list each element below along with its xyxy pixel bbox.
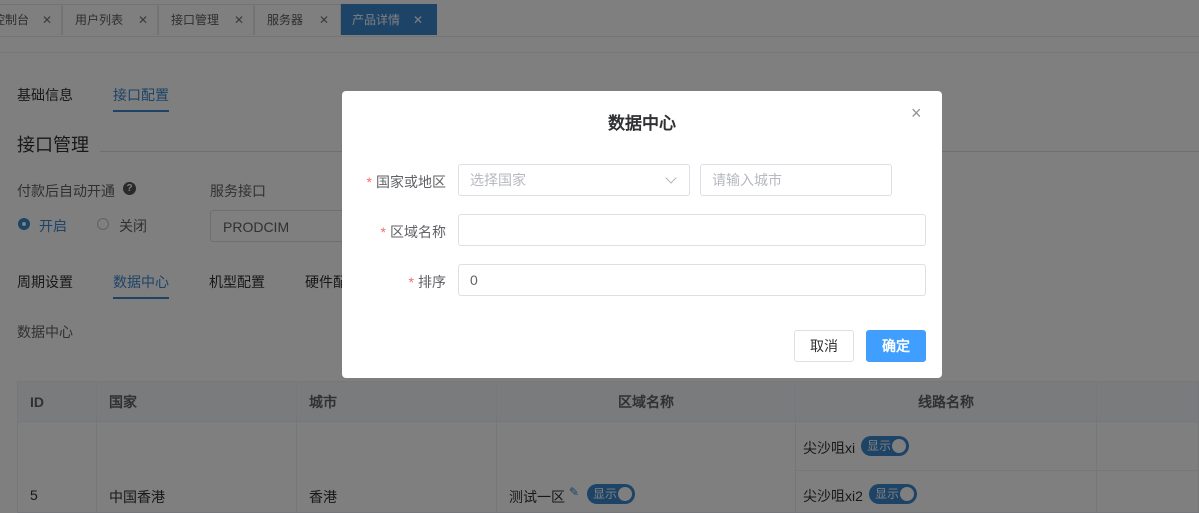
country-field-label: * 国家或地区: [342, 172, 446, 192]
label-text: 排序: [418, 274, 446, 290]
required-mark: *: [380, 224, 386, 240]
order-input[interactable]: 0: [458, 264, 926, 296]
required-mark: *: [408, 274, 414, 290]
dialog-title: 数据中心: [608, 114, 676, 133]
label-text: 国家或地区: [376, 174, 446, 190]
city-input[interactable]: 请输入城市: [700, 164, 892, 196]
cancel-button[interactable]: 取消: [794, 330, 854, 362]
country-placeholder: 选择国家: [470, 172, 526, 188]
city-placeholder: 请输入城市: [712, 172, 782, 188]
order-field-label: * 排序: [342, 272, 446, 292]
label-text: 区域名称: [390, 224, 446, 240]
data-center-dialog: 数据中心 × * 国家或地区 选择国家 请输入城市 * 区域名称 * 排序 0 取消 …: [342, 91, 942, 378]
country-select[interactable]: 选择国家: [458, 164, 690, 196]
confirm-button[interactable]: 确定: [866, 330, 926, 362]
zone-name-input[interactable]: [458, 214, 926, 246]
zone-field-label: * 区域名称: [342, 222, 446, 242]
chevron-down-icon: [665, 172, 677, 184]
order-value: 0: [470, 272, 478, 288]
required-mark: *: [366, 174, 372, 190]
close-icon[interactable]: ×: [911, 103, 922, 124]
